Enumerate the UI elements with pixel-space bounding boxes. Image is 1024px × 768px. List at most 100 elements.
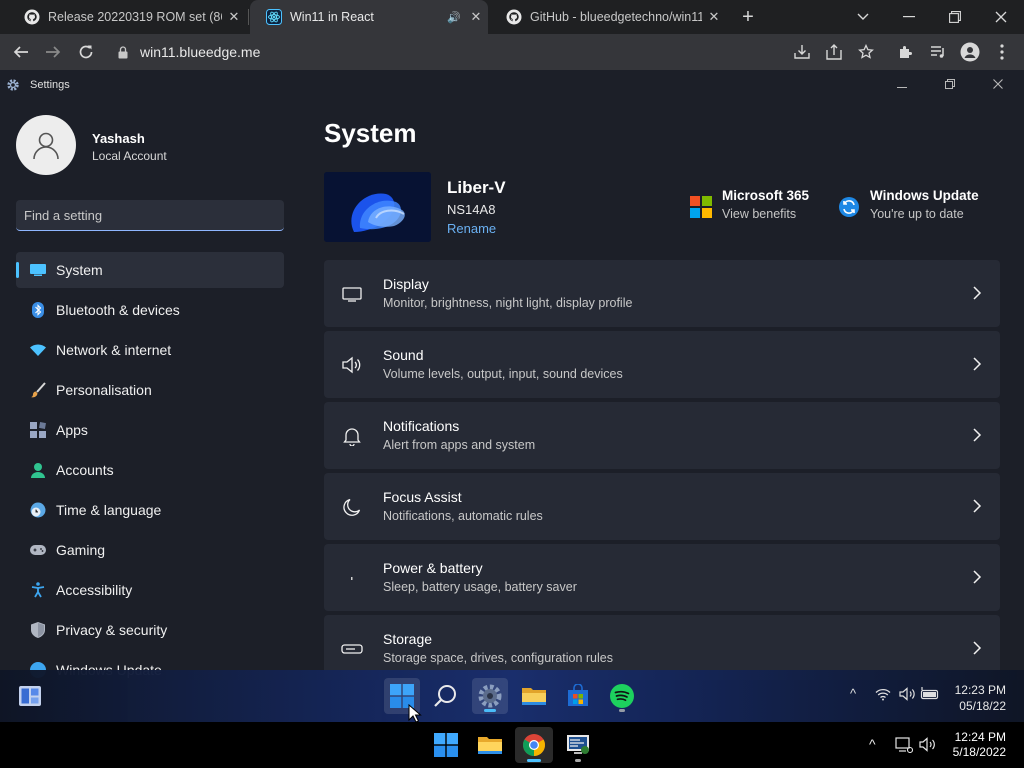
settings-card-sound[interactable]: Sound Volume levels, output, input, soun… (324, 331, 1000, 398)
settings-minimize-button[interactable] (887, 74, 917, 96)
rename-link[interactable]: Rename (447, 221, 496, 236)
url-text[interactable]: win11.blueedge.me (140, 44, 260, 60)
speaker-icon (341, 354, 363, 376)
settings-close-button[interactable] (983, 74, 1013, 96)
sidebar-item-apps[interactable]: Apps (16, 412, 284, 448)
chevron-right-icon (973, 499, 982, 513)
sidebar-item-gaming[interactable]: Gaming (16, 532, 284, 568)
wifi-icon[interactable] (875, 688, 891, 701)
sidebar-item-bluetooth[interactable]: Bluetooth & devices (16, 292, 284, 328)
minimize-button[interactable] (886, 0, 932, 34)
avatar[interactable] (16, 115, 76, 175)
store-icon (568, 684, 588, 706)
show-hidden-icons-button[interactable]: ^ (850, 686, 856, 701)
promo-subtitle: View benefits (722, 207, 797, 221)
file-explorer-button[interactable] (516, 678, 552, 714)
display-icon (341, 283, 363, 305)
settings-card-display[interactable]: Display Monitor, brightness, night light… (324, 260, 1000, 327)
host-pinned-app-button[interactable] (559, 727, 597, 763)
browser-tab-rom-release[interactable]: Release 20220319 ROM set (86B ✕ (8, 0, 246, 34)
tab-search-button[interactable] (840, 0, 886, 34)
card-subtitle: Storage space, drives, configuration rul… (383, 651, 613, 665)
sidebar-item-system[interactable]: System (16, 252, 284, 288)
browser-tab-strip: Release 20220319 ROM set (86B ✕ Win11 in… (0, 0, 1024, 34)
minimize-icon (903, 16, 915, 18)
close-icon (995, 11, 1007, 23)
sidebar-item-accessibility[interactable]: Accessibility (16, 572, 284, 608)
volume-icon[interactable] (899, 687, 916, 701)
lock-icon[interactable] (118, 45, 128, 59)
network-icon[interactable] (895, 737, 913, 753)
win11-clock[interactable]: 12:23 PM 05/18/22 (950, 682, 1006, 714)
sidebar-item-network[interactable]: Network & internet (16, 332, 284, 368)
store-button[interactable] (560, 678, 596, 714)
settings-card-notifications[interactable]: Notifications Alert from apps and system (324, 402, 1000, 469)
running-indicator (575, 759, 581, 762)
user-name: Yashash (92, 131, 145, 146)
host-chrome-button[interactable] (515, 727, 553, 763)
host-clock[interactable]: 12:24 PM 5/18/2022 (946, 730, 1006, 760)
microsoft-365-promo[interactable]: Microsoft 365 View benefits (690, 188, 809, 221)
install-icon (794, 45, 810, 59)
running-indicator (484, 709, 496, 712)
spotify-button[interactable] (604, 678, 640, 714)
tab-divider (248, 9, 249, 25)
address-bar[interactable]: win11.blueedge.me (108, 38, 882, 66)
sidebar-item-label: Bluetooth & devices (56, 302, 180, 318)
reload-button[interactable] (73, 39, 99, 65)
chevron-down-icon (857, 13, 869, 20)
settings-search-input[interactable]: Find a setting (16, 200, 284, 231)
puzzle-icon (900, 46, 912, 58)
sidebar-item-accounts[interactable]: Accounts (16, 452, 284, 488)
restore-button[interactable] (932, 0, 978, 34)
bell-icon (341, 425, 363, 447)
extensions-button[interactable] (893, 39, 919, 65)
close-icon[interactable]: ✕ (464, 9, 488, 25)
close-window-button[interactable] (978, 0, 1024, 34)
media-control-button[interactable] (925, 39, 951, 65)
settings-titlebar[interactable]: Settings (0, 70, 1024, 100)
speaker-icon[interactable]: 🔊 (444, 11, 464, 24)
settings-card-power[interactable]: Power & battery Sleep, battery usage, ba… (324, 544, 1000, 611)
battery-icon[interactable] (920, 686, 940, 700)
sidebar-item-label: Accounts (56, 462, 114, 478)
settings-card-focus-assist[interactable]: Focus Assist Notifications, automatic ru… (324, 473, 1000, 540)
settings-nav: System Bluetooth & devices Network & int… (16, 252, 284, 680)
screen: Release 20220319 ROM set (86B ✕ Win11 in… (0, 0, 1024, 768)
browser-tab-github-repo[interactable]: GitHub - blueedgetechno/win11 ✕ (490, 0, 726, 34)
bookmark-button[interactable] (853, 39, 879, 65)
share-button[interactable] (821, 39, 847, 65)
browser-tab-win11-react[interactable]: Win11 in React 🔊 ✕ (250, 0, 488, 34)
chevron-right-icon (973, 357, 982, 371)
settings-restore-button[interactable] (935, 74, 965, 96)
windows-update-icon (839, 197, 859, 217)
profile-button[interactable] (957, 39, 983, 65)
win11-desktop: Settings Yashash Local Account Find a se… (0, 70, 1024, 768)
close-icon[interactable]: ✕ (222, 9, 246, 25)
playlist-icon (931, 46, 944, 58)
date-text: 05/18/22 (959, 699, 1006, 713)
widgets-button[interactable] (12, 678, 48, 714)
minimize-icon (897, 87, 907, 88)
back-button[interactable] (8, 39, 34, 65)
install-app-button[interactable] (789, 39, 815, 65)
sidebar-item-personalisation[interactable]: Personalisation (16, 372, 284, 408)
profile-icon (960, 42, 980, 62)
sidebar-item-privacy[interactable]: Privacy & security (16, 612, 284, 648)
new-tab-button[interactable]: + (736, 4, 760, 30)
host-start-button[interactable] (427, 727, 465, 763)
promo-title: Microsoft 365 (722, 188, 810, 203)
host-file-explorer-button[interactable] (471, 727, 509, 763)
windows-update-status[interactable]: Windows Update You're up to date (838, 188, 979, 221)
close-icon[interactable]: ✕ (702, 9, 726, 25)
forward-button[interactable] (40, 39, 66, 65)
search-button[interactable] (428, 678, 464, 714)
chevron-right-icon (973, 286, 982, 300)
host-show-hidden-icons-button[interactable]: ^ (869, 736, 876, 752)
sidebar-item-time-language[interactable]: Time & language (16, 492, 284, 528)
system-info-icon (567, 735, 589, 754)
menu-button[interactable] (989, 39, 1015, 65)
volume-icon[interactable] (919, 737, 937, 752)
taskbar-settings-button[interactable] (472, 678, 508, 714)
win11-taskbar: ^ 12:23 PM 05/18/22 (0, 670, 1024, 722)
